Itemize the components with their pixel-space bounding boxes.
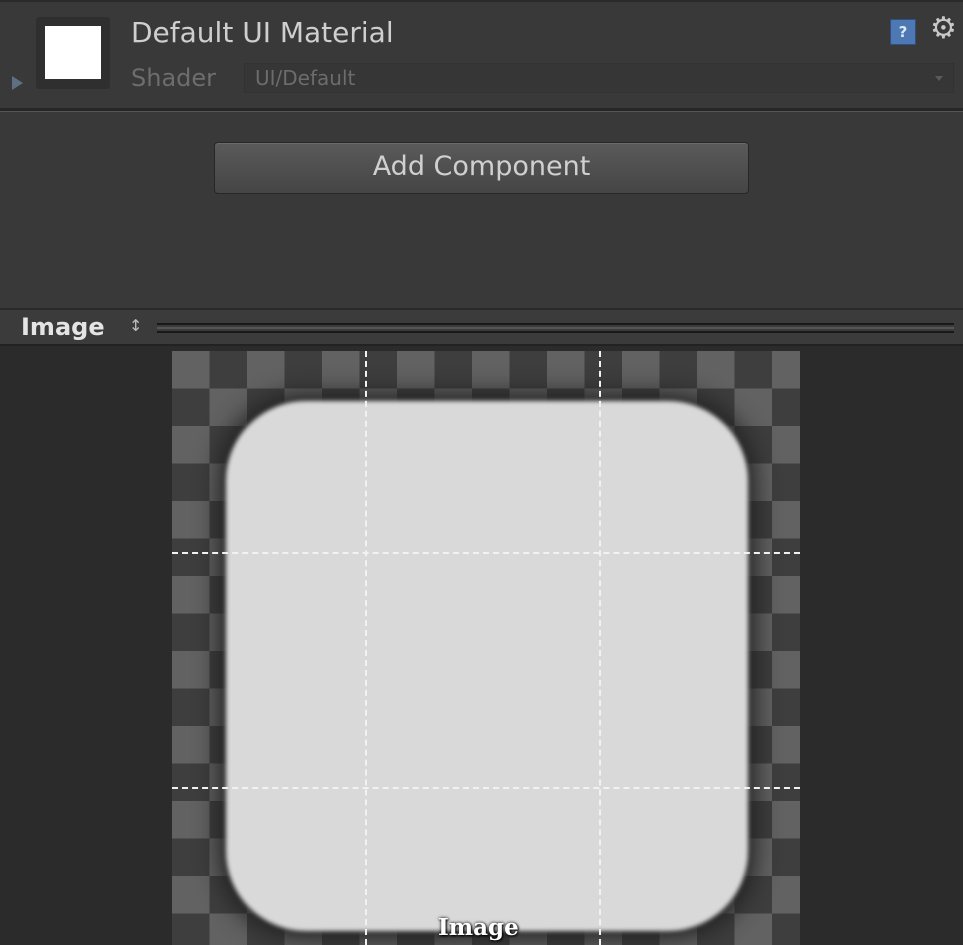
slice-border-bottom xyxy=(172,787,800,789)
shader-label: Shader xyxy=(131,64,217,92)
shader-dropdown-value: UI/Default xyxy=(255,66,356,90)
add-component-button[interactable]: Add Component xyxy=(214,142,749,194)
material-title: Default UI Material xyxy=(131,16,394,49)
inspector-window: Default UI Material Shader UI/Default ? … xyxy=(0,0,963,945)
material-swatch xyxy=(45,26,101,79)
foldout-arrow-icon[interactable] xyxy=(12,76,23,90)
preview-title-bar[interactable]: Image ↕ xyxy=(0,308,963,346)
preview-drag-handle[interactable] xyxy=(157,323,954,333)
slice-border-right xyxy=(599,351,601,945)
book-help-icon[interactable]: ? xyxy=(890,19,916,45)
slice-border-top xyxy=(172,552,800,554)
material-preview-thumbnail xyxy=(36,17,110,89)
gear-icon[interactable]: ⚙ xyxy=(930,14,957,44)
preview-title: Image xyxy=(21,313,105,341)
preview-selector-arrows-icon[interactable]: ↕ xyxy=(129,316,142,335)
component-area: Add Component xyxy=(0,112,963,308)
slice-border-left xyxy=(365,351,367,945)
preview-area: Image xyxy=(0,346,963,945)
material-header: Default UI Material Shader UI/Default ? … xyxy=(0,0,963,108)
shader-dropdown[interactable]: UI/Default xyxy=(244,63,954,93)
sprite-preview-image xyxy=(226,401,748,931)
transparency-checkerboard xyxy=(172,351,800,945)
chevron-down-icon xyxy=(935,76,943,81)
preview-caption: Image xyxy=(438,914,519,941)
